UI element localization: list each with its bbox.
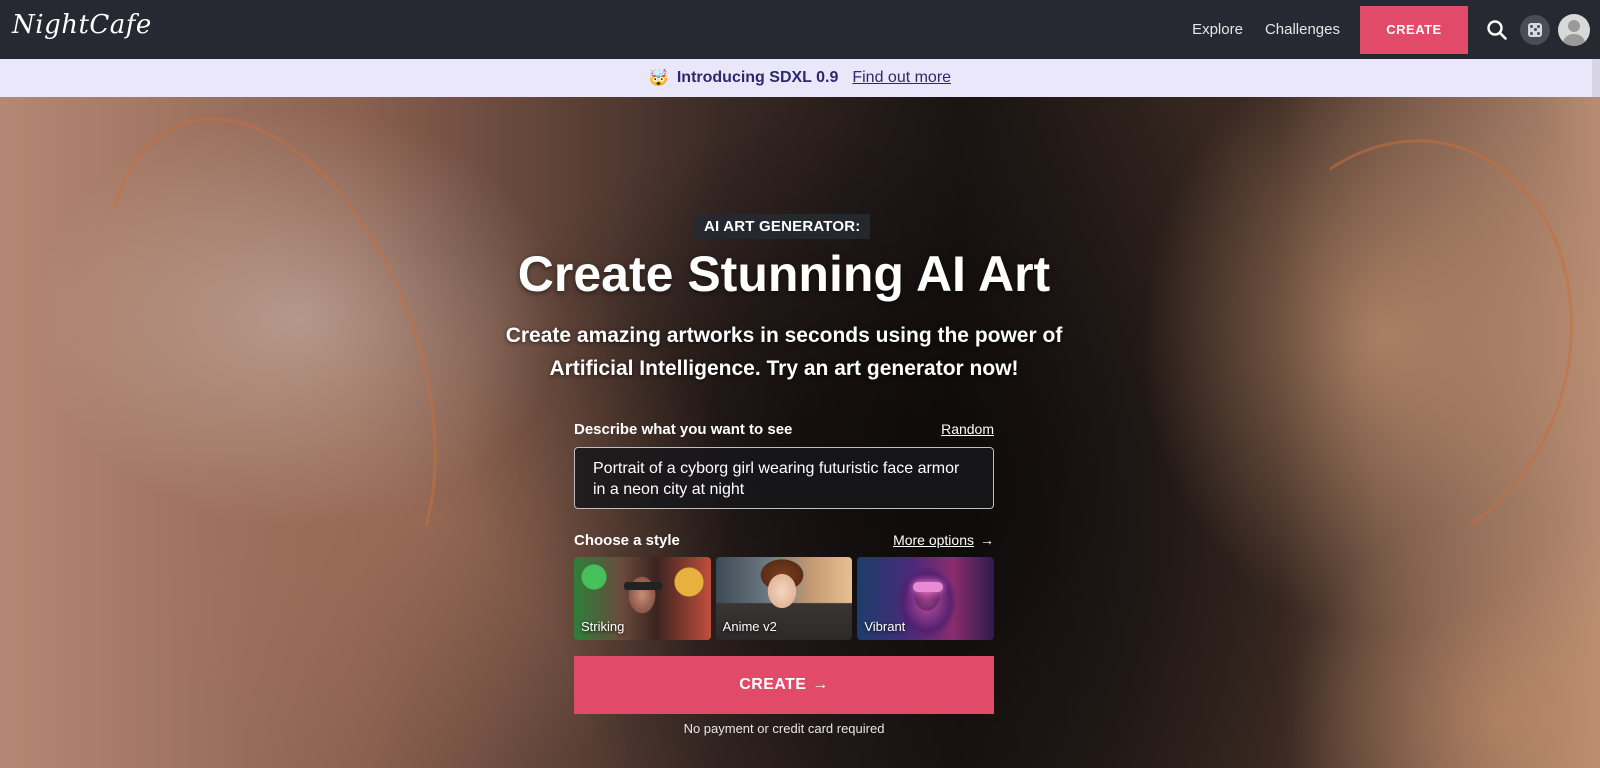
style-card-striking[interactable]: Striking	[574, 557, 711, 640]
nav-right: Explore Challenges CREATE	[1192, 0, 1590, 59]
more-options-link[interactable]: More options →	[893, 532, 994, 548]
no-payment-note: No payment or credit card required	[683, 721, 885, 736]
hero-subhead: Create amazing artworks in seconds using…	[484, 319, 1084, 385]
announcement-title: Introducing SDXL 0.9	[676, 69, 839, 86]
hero-subhead-line1: Create amazing artworks in seconds using…	[505, 324, 1063, 347]
announcement-bar: 🤯 Introducing SDXL 0.9 Find out more	[0, 59, 1600, 97]
style-card-vibrant[interactable]: Vibrant	[857, 557, 995, 640]
exploding-head-icon: 🤯	[648, 70, 669, 87]
arrow-right-icon: →	[812, 676, 829, 693]
hero-headline: Create Stunning AI Art	[517, 246, 1051, 302]
style-card-label: Anime v2	[722, 619, 777, 634]
style-picker: Striking Anime v2 Vibrant	[574, 557, 995, 640]
more-options-label: More options	[893, 532, 974, 548]
style-card-anime-v2[interactable]: Anime v2	[715, 557, 853, 640]
style-label-row: Choose a style More options →	[574, 530, 994, 550]
hero-section: AI ART GENERATOR: Create Stunning AI Art…	[0, 97, 1600, 768]
style-card-label: Vibrant	[864, 619, 906, 634]
create-button[interactable]: CREATE →	[574, 656, 994, 714]
random-link[interactable]: Random	[941, 421, 994, 437]
style-label: Choose a style	[574, 531, 680, 549]
create-button-label: CREATE	[739, 676, 807, 693]
arrow-right-icon: →	[980, 532, 994, 548]
nightcafe-logo[interactable]: NightCafe	[12, 10, 152, 40]
nav-link-challenges[interactable]: Challenges	[1265, 21, 1340, 38]
dice-icon[interactable]	[1520, 14, 1550, 45]
find-out-more-link[interactable]: Find out more	[852, 69, 951, 87]
nav-create-button[interactable]: CREATE	[1360, 5, 1468, 54]
hero-subhead-line2: Artificial Intelligence. Try an art gene…	[549, 357, 1019, 380]
nav-link-explore[interactable]: Explore	[1192, 21, 1243, 38]
style-thumbnail-detail	[624, 582, 662, 590]
top-nav: NightCafe Explore Challenges CREATE	[0, 0, 1600, 59]
prompt-label-row: Describe what you want to see Random	[574, 419, 994, 439]
create-form: Describe what you want to see Random Por…	[574, 419, 995, 736]
scrollbar[interactable]	[1592, 59, 1600, 97]
style-card-label: Striking	[581, 619, 625, 634]
search-icon[interactable]	[1482, 15, 1512, 45]
avatar-icon[interactable]	[1558, 13, 1590, 46]
prompt-label: Describe what you want to see	[574, 420, 793, 438]
hero-eyebrow: AI ART GENERATOR:	[694, 214, 871, 239]
style-thumbnail-detail	[913, 582, 944, 592]
prompt-input[interactable]: Portrait of a cyborg girl wearing futuri…	[574, 447, 994, 509]
